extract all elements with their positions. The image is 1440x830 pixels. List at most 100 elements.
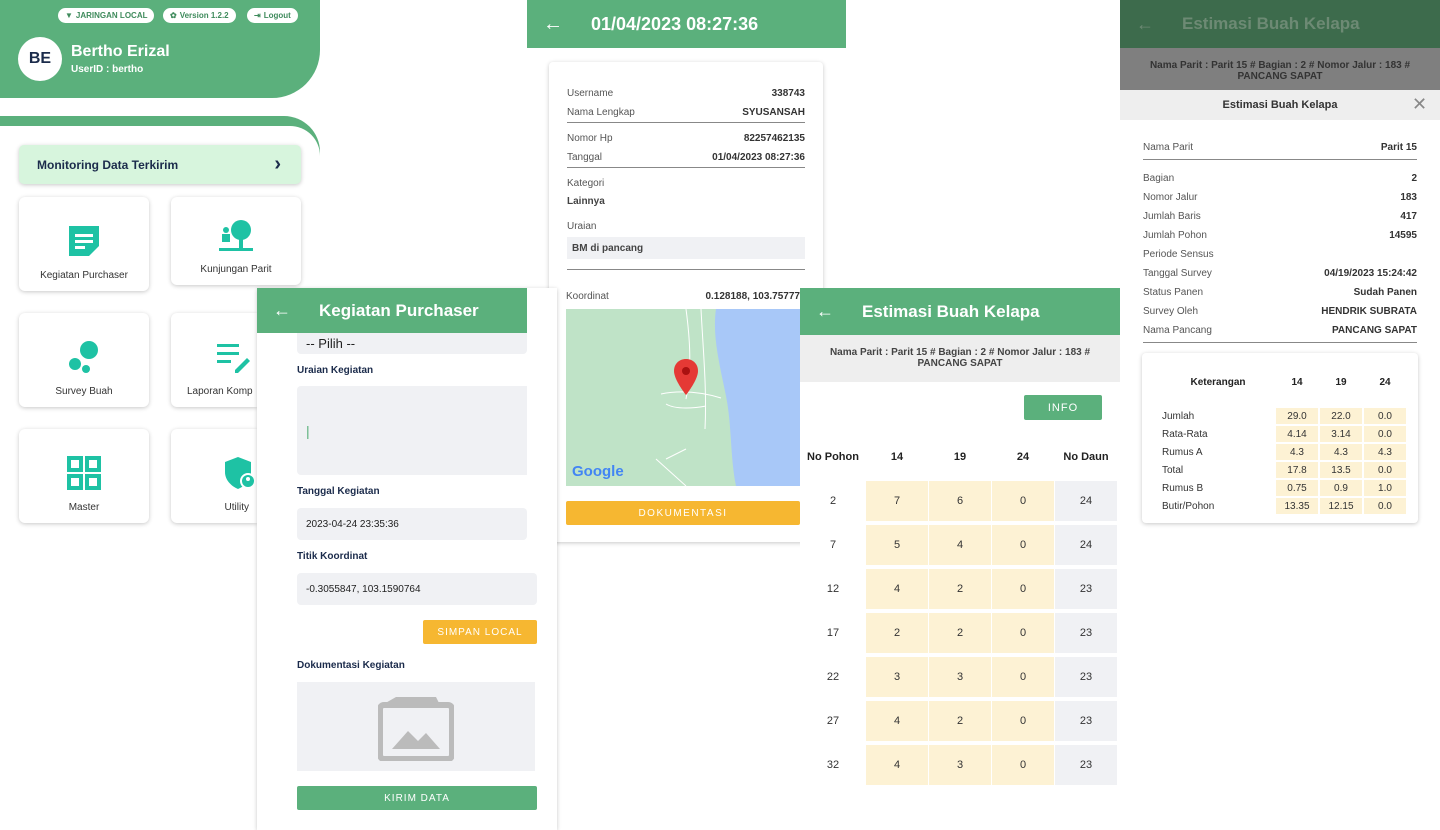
version-label: Version 1.2.2 xyxy=(179,11,229,20)
back-arrow-icon[interactable]: ← xyxy=(543,13,563,36)
tanggal-kegiatan-label: Tanggal Kegiatan xyxy=(297,486,380,497)
table-cell: 23 xyxy=(1055,569,1117,609)
map-graphic xyxy=(655,309,800,486)
info-button[interactable]: INFO xyxy=(1024,395,1102,420)
menu-kegiatan-purchaser[interactable]: Kegiatan Purchaser xyxy=(19,197,149,291)
table-cell: 1.0 xyxy=(1364,480,1406,496)
kegiatan-screen: -- Pilih -- Uraian Kegiatan | Tanggal Ke… xyxy=(257,288,557,830)
table-cell: 23 xyxy=(1055,745,1117,785)
user-id: UserID : bertho xyxy=(71,64,144,75)
table-cell[interactable]: 3 xyxy=(929,745,991,785)
tile-label: Kegiatan Purchaser xyxy=(40,270,128,281)
back-arrow-icon[interactable]: ← xyxy=(816,301,834,322)
bg-title: Estimasi Buah Kelapa xyxy=(1182,14,1360,33)
table-cell[interactable]: 0 xyxy=(992,525,1054,565)
table-cell: 4.3 xyxy=(1276,444,1318,460)
uraian-label: Uraian xyxy=(567,221,597,232)
table-cell: Butir/Pohon xyxy=(1162,498,1274,514)
table-cell[interactable]: 0 xyxy=(992,657,1054,697)
table-cell: 17.8 xyxy=(1276,462,1318,478)
table-cell[interactable]: 2 xyxy=(929,613,991,653)
table-cell: 0.9 xyxy=(1320,480,1362,496)
field-value: 2 xyxy=(1411,173,1417,184)
dialog-title: Estimasi Buah Kelapa xyxy=(1120,90,1440,120)
monitoring-button[interactable]: Monitoring Data Terkirim › xyxy=(19,145,301,184)
table-cell: 0.0 xyxy=(1364,498,1406,514)
titik-koordinat-input[interactable]: -0.3055847, 103.1590764 xyxy=(297,573,537,605)
estimasi-title: Estimasi Buah Kelapa xyxy=(862,301,1040,321)
koordinat-value: 0.128188, 103.75777 xyxy=(705,291,800,302)
table-cell[interactable]: 4 xyxy=(866,569,928,609)
table-header: Keterangan xyxy=(1190,377,1246,388)
table-header: 14 xyxy=(1291,377,1303,388)
simpan-local-button[interactable]: SIMPAN LOCAL xyxy=(423,620,537,644)
table-cell[interactable]: 2 xyxy=(929,569,991,609)
table-cell[interactable]: 6 xyxy=(929,481,991,521)
table-cell[interactable]: 4 xyxy=(866,745,928,785)
username-value: 338743 xyxy=(771,88,805,99)
photo-upload-area[interactable] xyxy=(297,682,535,771)
table-cell[interactable]: 0 xyxy=(992,701,1054,741)
table-cell[interactable]: 0 xyxy=(992,613,1054,653)
image-placeholder-icon xyxy=(378,696,454,761)
table-cell: 12.15 xyxy=(1320,498,1362,514)
field-row: Jumlah Baris 417 xyxy=(1143,207,1417,226)
tanggal-label: Tanggal xyxy=(567,152,603,163)
logout-button[interactable]: ⇥ Logout xyxy=(247,8,298,23)
table-cell: 17 xyxy=(802,613,864,653)
kategori-label: Kategori xyxy=(567,178,605,189)
koordinat-row: Koordinat 0.128188, 103.75777 xyxy=(566,291,800,302)
table-cell: 3.14 xyxy=(1320,426,1362,442)
kegiatan-header: ← Kegiatan Purchaser xyxy=(257,288,527,333)
table-cell[interactable]: 0 xyxy=(992,569,1054,609)
wifi-icon: ▼ xyxy=(65,11,73,20)
nama-label: Nama Lengkap xyxy=(567,107,635,118)
field-row: Periode Sensus xyxy=(1143,245,1417,264)
table-cell[interactable]: 3 xyxy=(929,657,991,697)
table-cell: 4.3 xyxy=(1364,444,1406,460)
kirim-data-button[interactable]: KIRIM DATA xyxy=(297,786,537,810)
estimasi-header: ← Estimasi Buah Kelapa xyxy=(800,288,1120,335)
field-label: Bagian xyxy=(1143,173,1175,184)
uraian-kegiatan-input[interactable]: | xyxy=(297,386,527,475)
table-cell[interactable]: 4 xyxy=(866,701,928,741)
field-value: 04/19/2023 15:24:42 xyxy=(1324,268,1417,279)
table-cell[interactable]: 2 xyxy=(929,701,991,741)
user-name: Bertho Erizal xyxy=(71,43,170,60)
table-cell: 13.35 xyxy=(1276,498,1318,514)
table-cell[interactable]: 4 xyxy=(929,525,991,565)
table-cell: 23 xyxy=(1055,613,1117,653)
dokumentasi-kegiatan-label: Dokumentasi Kegiatan xyxy=(297,660,405,671)
map-pin-icon xyxy=(674,359,698,395)
field-label: Jumlah Baris xyxy=(1143,211,1201,222)
dialog-screen: ← Estimasi Buah Kelapa Nama Parit : Pari… xyxy=(1120,0,1440,830)
koordinat-label: Koordinat xyxy=(566,291,609,302)
username-label: Username xyxy=(567,88,614,99)
menu-survey-buah[interactable]: Survey Buah xyxy=(19,313,149,407)
dokumentasi-button[interactable]: DOKUMENTASI xyxy=(566,501,800,525)
tanggal-kegiatan-input[interactable]: 2023-04-24 23:35:36 xyxy=(297,508,527,540)
menu-utility[interactable]: Utility xyxy=(171,429,257,523)
close-icon[interactable]: ✕ xyxy=(1412,94,1427,115)
table-cell[interactable]: 0 xyxy=(992,745,1054,785)
grid-icon xyxy=(67,456,101,490)
field-label: Periode Sensus xyxy=(1143,249,1214,260)
table-cell: 0.0 xyxy=(1364,426,1406,442)
tile-label: Master xyxy=(68,502,100,513)
field-value: PANCANG SAPAT xyxy=(1332,325,1417,336)
table-cell[interactable]: 5 xyxy=(866,525,928,565)
table-cell[interactable]: 3 xyxy=(866,657,928,697)
titik-koordinat-label: Titik Koordinat xyxy=(297,551,368,562)
table-header: No Daun xyxy=(1063,451,1109,463)
menu-master[interactable]: Master xyxy=(19,429,149,523)
table-cell: Total xyxy=(1162,462,1274,478)
back-arrow-icon[interactable]: ← xyxy=(273,300,291,321)
kategori-select[interactable]: -- Pilih -- xyxy=(297,332,527,354)
table-cell[interactable]: 7 xyxy=(866,481,928,521)
table-cell[interactable]: 2 xyxy=(866,613,928,653)
field-row: Survey Oleh HENDRIK SUBRATA xyxy=(1143,302,1417,321)
menu-laporan[interactable]: Laporan Komp xyxy=(171,313,257,407)
location-map[interactable]: Google xyxy=(566,309,800,486)
table-cell[interactable]: 0 xyxy=(992,481,1054,521)
menu-kunjungan-parit[interactable]: Kunjungan Parit xyxy=(171,197,301,285)
